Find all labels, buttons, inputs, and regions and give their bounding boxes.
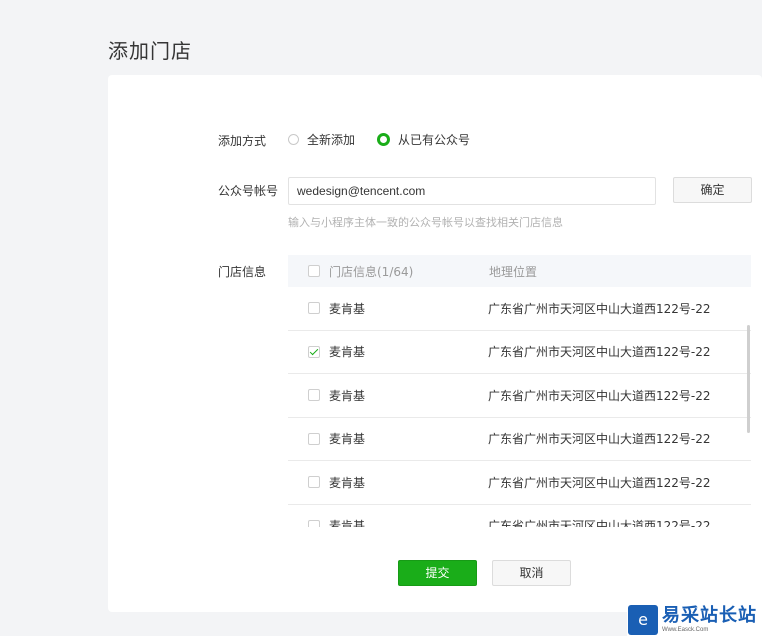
add-method-label: 添加方式 bbox=[218, 134, 267, 148]
row-checkbox-checked[interactable] bbox=[308, 345, 320, 358]
row-checkbox[interactable] bbox=[308, 302, 320, 315]
table-row[interactable]: 麦肯基 广东省广州市天河区中山大道西122号-22 bbox=[288, 374, 751, 418]
row-checkbox[interactable] bbox=[308, 432, 320, 445]
table-row[interactable]: 麦肯基 广东省广州市天河区中山大道西122号-22 bbox=[288, 331, 751, 374]
select-all-checkbox[interactable] bbox=[308, 265, 320, 277]
submit-button[interactable]: 提交 bbox=[398, 560, 477, 586]
store-address: 广东省广州市天河区中山大道西122号-22 bbox=[488, 301, 711, 316]
table-row[interactable]: 麦肯基 广东省广州市天河区中山大道西122号-22 bbox=[288, 461, 751, 505]
column-header-name: 门店信息(1/64) bbox=[329, 264, 414, 279]
radio-new-label: 全新添加 bbox=[307, 133, 356, 147]
watermark-e-icon: e bbox=[628, 604, 658, 635]
table-header: 门店信息(1/64) 地理位置 bbox=[288, 255, 751, 287]
store-name: 麦肯基 bbox=[329, 345, 366, 360]
radio-existing-label: 从已有公众号 bbox=[398, 133, 471, 147]
store-table: 门店信息(1/64) 地理位置 麦肯基 广东省广州市天河区中山大道西122号-2… bbox=[288, 255, 751, 527]
store-address: 广东省广州市天河区中山大道西122号-22 bbox=[488, 475, 711, 490]
cancel-button[interactable]: 取消 bbox=[492, 560, 571, 586]
account-hint: 输入与小程序主体一致的公众号帐号以查找相关门店信息 bbox=[288, 216, 563, 229]
radio-option-new[interactable]: 全新添加 bbox=[288, 131, 355, 148]
store-address: 广东省广州市天河区中山大道西122号-22 bbox=[488, 432, 711, 447]
row-checkbox[interactable] bbox=[308, 389, 320, 402]
watermark-subtext: Www.Easck.Com bbox=[662, 626, 709, 633]
store-address: 广东省广州市天河区中山大道西122号-22 bbox=[488, 388, 711, 403]
page-title: 添加门店 bbox=[108, 39, 192, 64]
table-row[interactable]: 麦肯基 广东省广州市天河区中山大道西122号-22 bbox=[288, 505, 751, 527]
form-card: 添加方式 全新添加 从已有公众号 公众号帐号 wedesign@tencent.… bbox=[108, 75, 762, 612]
table-row[interactable]: 麦肯基 广东省广州市天河区中山大道西122号-22 bbox=[288, 287, 751, 331]
store-address: 广东省广州市天河区中山大道西122号-22 bbox=[488, 345, 711, 360]
store-name: 麦肯基 bbox=[329, 475, 366, 490]
add-method-radio-group: 全新添加 从已有公众号 bbox=[288, 131, 492, 148]
store-name: 麦肯基 bbox=[329, 301, 366, 316]
watermark-logo: e 易采站长站 Www.Easck.Com bbox=[627, 603, 762, 636]
store-info-label: 门店信息 bbox=[218, 265, 267, 279]
radio-existing-icon[interactable] bbox=[377, 133, 391, 146]
confirm-button[interactable]: 确定 bbox=[673, 177, 752, 203]
watermark-text: 易采站长站 bbox=[662, 604, 757, 626]
table-scrollbar[interactable] bbox=[747, 325, 750, 433]
store-name: 麦肯基 bbox=[329, 519, 366, 527]
account-label: 公众号帐号 bbox=[218, 184, 279, 198]
store-name: 麦肯基 bbox=[329, 432, 366, 447]
table-row[interactable]: 麦肯基 广东省广州市天河区中山大道西122号-22 bbox=[288, 418, 751, 461]
column-header-address: 地理位置 bbox=[489, 264, 538, 279]
row-checkbox[interactable] bbox=[308, 519, 320, 527]
store-address: 广东省广州市天河区中山大道西122号-22 bbox=[488, 519, 711, 527]
radio-option-existing[interactable]: 从已有公众号 bbox=[377, 131, 470, 148]
row-checkbox[interactable] bbox=[308, 476, 320, 489]
radio-new-icon[interactable] bbox=[288, 134, 299, 145]
store-name: 麦肯基 bbox=[329, 388, 366, 403]
account-input[interactable]: wedesign@tencent.com bbox=[288, 177, 656, 205]
